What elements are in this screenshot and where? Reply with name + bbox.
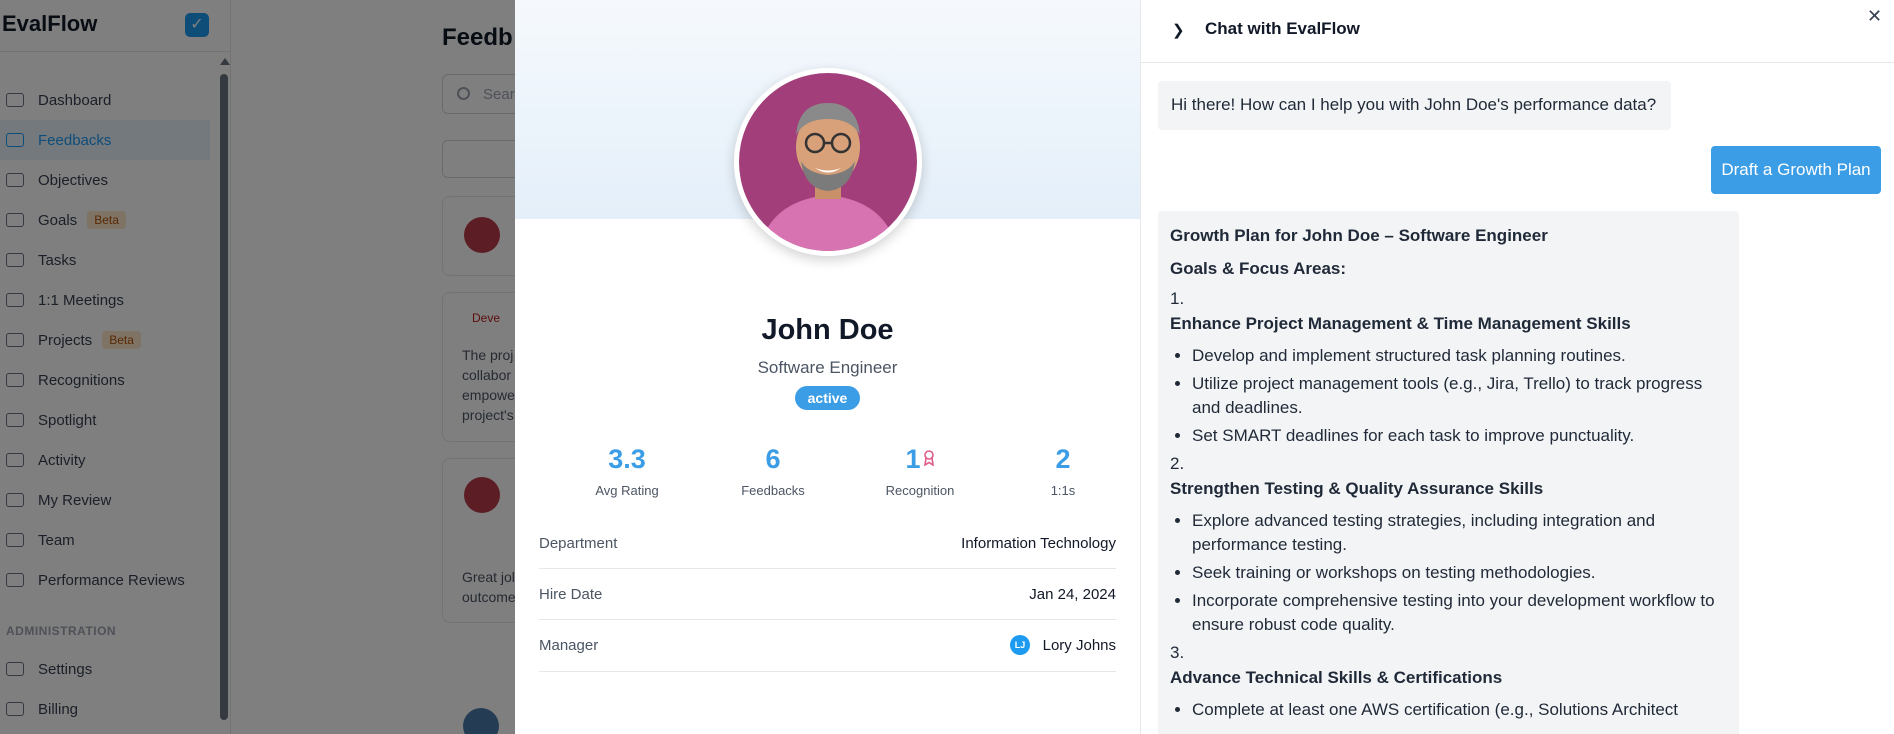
chevron-right-icon[interactable]: ❯ (1172, 21, 1185, 39)
stat-value: 3.3 (608, 444, 646, 474)
section-title: Advance Technical Skills & Certification… (1170, 668, 1503, 687)
list-item: Incorporate comprehensive testing into y… (1192, 589, 1727, 637)
profile-name: John Doe (761, 314, 894, 346)
stat-value: 2 (1055, 444, 1071, 474)
section-bullets: Complete at least one AWS certification … (1170, 698, 1727, 722)
section-bullets: Explore advanced testing strategies, inc… (1170, 509, 1727, 637)
list-item: Utilize project management tools (e.g., … (1192, 372, 1727, 420)
profile-avatar (734, 68, 922, 256)
detail-row-manager: Manager LJ Lory Johns (539, 620, 1116, 672)
stat-feedbacks: 6 Feedbacks (703, 444, 843, 498)
stat-label: Feedbacks (741, 483, 805, 498)
list-item: Develop and implement structured task pl… (1192, 344, 1727, 368)
stat-label: Recognition (885, 483, 955, 498)
stat-label: 1:1s (1050, 483, 1076, 498)
stat-value: 6 (765, 444, 781, 474)
stat-avg-rating: 3.3 Avg Rating (557, 444, 697, 498)
assistant-message: Hi there! How can I help you with John D… (1158, 81, 1671, 130)
section-number: 2. (1170, 454, 1185, 473)
stat-one-on-ones: 2 1:1s (993, 444, 1133, 498)
detail-row-department: Department Information Technology (539, 518, 1116, 569)
detail-value: Jan 24, 2024 (1029, 586, 1116, 603)
list-item: Complete at least one AWS certification … (1192, 698, 1727, 722)
manager-avatar[interactable]: LJ (1010, 635, 1030, 655)
list-item: Set SMART deadlines for each task to imp… (1192, 424, 1727, 448)
detail-label: Manager (539, 637, 599, 654)
chat-panel: ❯ Chat with EvalFlow ✕ Hi there! How can… (1140, 0, 1894, 734)
stat-label: Avg Rating (595, 483, 659, 498)
stat-value: 1 (905, 444, 921, 474)
list-item: Explore advanced testing strategies, inc… (1192, 509, 1727, 557)
list-item: Seek training or workshops on testing me… (1192, 561, 1727, 585)
user-message: Draft a Growth Plan (1711, 146, 1881, 194)
profile-panel: John Doe Software Engineer active 3.3 Av… (515, 0, 1140, 734)
chat-title: Chat with EvalFlow (1205, 19, 1360, 38)
detail-label: Hire Date (539, 586, 603, 603)
plan-title: Growth Plan for John Doe – Software Engi… (1170, 226, 1548, 245)
detail-label: Department (539, 535, 618, 552)
close-icon[interactable]: ✕ (1867, 6, 1882, 27)
section-title: Strengthen Testing & Quality Assurance S… (1170, 479, 1544, 498)
growth-plan-message: Growth Plan for John Doe – Software Engi… (1158, 211, 1739, 734)
stat-recognition: 1 Recognition (850, 444, 990, 498)
detail-value: Information Technology (961, 535, 1116, 552)
person-photo-icon (739, 73, 917, 251)
section-number: 3. (1170, 643, 1185, 662)
status-badge: active (795, 386, 860, 410)
award-ribbon-icon (923, 450, 934, 466)
chat-header: ❯ Chat with EvalFlow ✕ (1141, 0, 1894, 63)
detail-row-hire-date: Hire Date Jan 24, 2024 (539, 569, 1116, 620)
manager-name[interactable]: Lory Johns (1043, 637, 1116, 654)
section-title: Enhance Project Management & Time Manage… (1170, 314, 1631, 333)
section-number: 1. (1170, 289, 1185, 308)
section-bullets: Develop and implement structured task pl… (1170, 344, 1727, 448)
plan-goals-heading: Goals & Focus Areas: (1170, 259, 1347, 278)
profile-role: Software Engineer (757, 358, 898, 377)
